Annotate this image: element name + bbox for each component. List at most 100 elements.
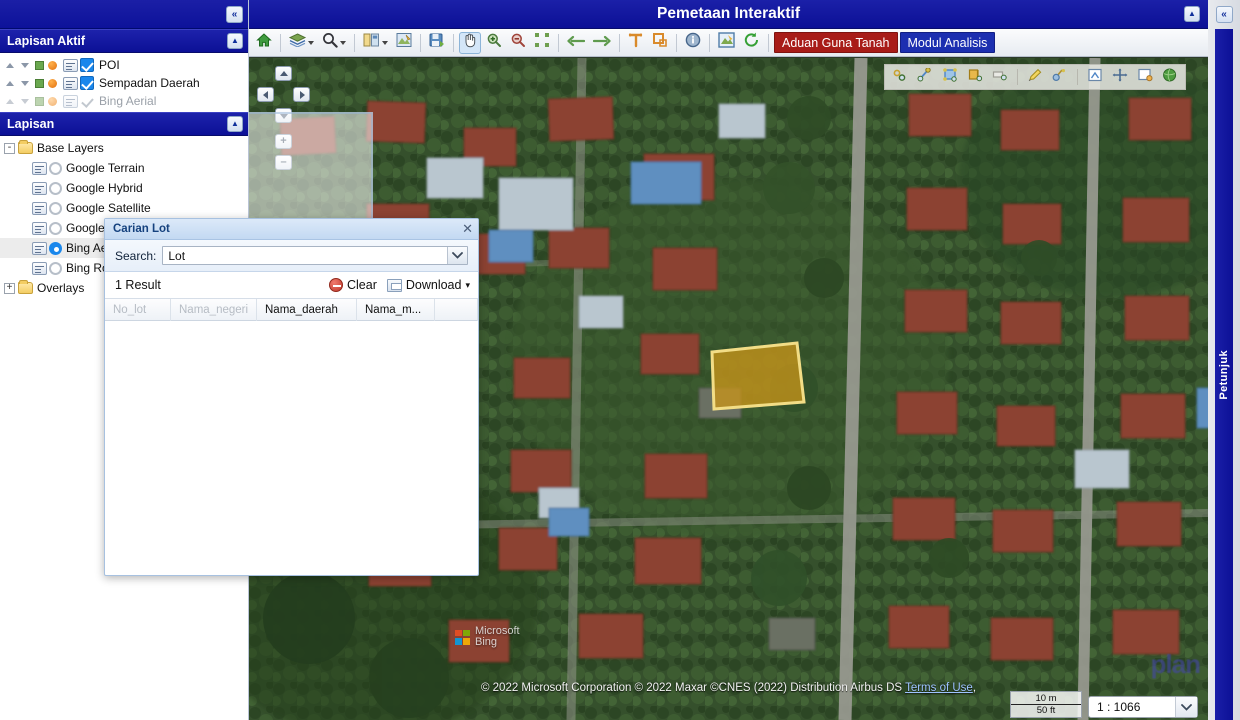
tree-item-google-terrain[interactable]: Google Terrain — [0, 158, 248, 178]
layer-settings-icon[interactable] — [32, 161, 47, 175]
title-bar-collapse-button[interactable]: ▲ — [1184, 6, 1200, 22]
aduan-guna-tanah-tag[interactable]: Aduan Guna Tanah — [774, 32, 898, 53]
base-layer-radio[interactable] — [49, 201, 62, 215]
move-down-icon[interactable] — [19, 95, 32, 108]
layers-collapse-button[interactable]: ▲ — [227, 116, 243, 132]
tree-item-google-satellite[interactable]: Google Satellite — [0, 198, 248, 218]
pan-down-button[interactable] — [275, 108, 292, 123]
base-layer-radio[interactable] — [49, 241, 62, 255]
active-layers-collapse-button[interactable]: ▲ — [227, 33, 243, 49]
tree-item-google-hybrid[interactable]: Google Hybrid — [0, 178, 248, 198]
zoom-in-button[interactable]: + — [275, 134, 292, 149]
erase-feature-button[interactable] — [1049, 67, 1071, 87]
query-button[interactable] — [715, 32, 738, 54]
refresh-button[interactable] — [740, 32, 763, 54]
layer-visibility-checkbox[interactable] — [80, 76, 94, 90]
move-feature-button[interactable] — [1109, 67, 1131, 87]
layer-settings-icon[interactable] — [32, 201, 47, 215]
draw-rectangle-button[interactable] — [964, 67, 986, 87]
tree-folder-base-layers[interactable]: - Base Layers — [0, 138, 248, 158]
pan-tool-button[interactable] — [459, 31, 481, 54]
carian-lot-dialog[interactable]: Carian Lot ✕ Search: 1 Result Clear — [104, 218, 479, 576]
zoom-extent-button[interactable] — [531, 32, 553, 54]
layer-settings-icon[interactable] — [63, 58, 78, 72]
home-button[interactable] — [253, 32, 275, 54]
edit-vertex-button[interactable] — [1024, 67, 1046, 87]
pan-right-button[interactable] — [293, 87, 310, 102]
column-header-no-lot[interactable]: No_lot — [105, 298, 171, 321]
search-input[interactable] — [162, 246, 468, 265]
base-layer-radio[interactable] — [49, 261, 62, 275]
clear-button[interactable]: Clear — [329, 278, 377, 292]
collapse-right-panel-button[interactable]: « — [1215, 6, 1233, 23]
zoom-to-layer-icon[interactable] — [35, 96, 44, 106]
base-layer-radio[interactable] — [49, 181, 62, 195]
chevron-down-icon[interactable] — [340, 40, 346, 45]
layer-visibility-checkbox[interactable] — [80, 58, 94, 72]
column-header-nama-negeri[interactable]: Nama_negeri — [171, 298, 257, 321]
pan-up-button[interactable] — [275, 66, 292, 81]
measure-area-button[interactable] — [649, 32, 671, 54]
draw-polygon-button[interactable] — [939, 67, 961, 87]
base-layer-radio[interactable] — [49, 221, 62, 235]
map-scale-ratio-select[interactable]: 1 : 1066 — [1088, 696, 1198, 718]
active-layer-row[interactable]: Bing Aerial — [0, 92, 248, 110]
identify-button[interactable] — [682, 32, 704, 54]
download-button[interactable]: Download ▾ — [386, 278, 470, 292]
results-table-body[interactable] — [105, 321, 478, 569]
move-up-icon[interactable] — [4, 95, 17, 108]
zoom-out-button[interactable] — [507, 32, 529, 54]
zoom-in-button[interactable] — [483, 32, 505, 54]
base-layer-radio[interactable] — [49, 161, 62, 175]
layer-settings-icon[interactable] — [32, 181, 47, 195]
draw-box-button[interactable] — [989, 67, 1011, 87]
column-header-nama-daerah[interactable]: Nama_daerah — [257, 298, 357, 321]
caret-down-icon[interactable]: ▾ — [465, 280, 470, 291]
save-button[interactable] — [426, 32, 448, 54]
chevron-down-icon[interactable] — [1175, 697, 1197, 717]
snap-to-feature-button[interactable] — [1084, 67, 1106, 87]
chevron-down-icon[interactable] — [308, 40, 314, 45]
search-button[interactable] — [319, 32, 349, 54]
remove-layer-icon[interactable] — [48, 60, 57, 70]
collapse-left-panel-button[interactable]: « — [226, 5, 243, 23]
chevron-down-icon[interactable] — [382, 40, 388, 45]
column-header-nama-m[interactable]: Nama_m... — [357, 298, 435, 321]
move-up-icon[interactable] — [4, 59, 17, 72]
draw-line-button[interactable] — [914, 66, 936, 87]
layer-settings-icon[interactable] — [63, 94, 78, 108]
zoom-to-layer-icon[interactable] — [35, 60, 44, 70]
globe-view-button[interactable] — [1159, 67, 1181, 87]
selected-lot-polygon[interactable] — [709, 340, 809, 412]
layer-settings-icon[interactable] — [32, 221, 47, 235]
measure-line-button[interactable] — [625, 32, 647, 54]
expander-icon[interactable]: - — [4, 142, 15, 154]
move-up-icon[interactable] — [4, 77, 17, 90]
draw-point-button[interactable] — [889, 67, 911, 87]
layer-settings-icon[interactable] — [32, 261, 47, 275]
previous-view-button[interactable] — [564, 32, 588, 54]
layer-visibility-checkbox[interactable] — [80, 94, 94, 108]
pan-left-button[interactable] — [257, 87, 274, 102]
active-layer-row[interactable]: POI — [0, 56, 248, 74]
move-down-icon[interactable] — [19, 59, 32, 72]
zoom-out-button[interactable]: – — [275, 155, 292, 170]
delete-feature-button[interactable] — [1134, 67, 1156, 87]
print-map-button[interactable] — [393, 32, 415, 54]
carian-lot-title-bar[interactable]: Carian Lot ✕ — [105, 219, 478, 240]
layer-settings-icon[interactable] — [32, 241, 47, 255]
next-view-button[interactable] — [590, 32, 614, 54]
petunjuk-tab[interactable]: Petunjuk — [1215, 29, 1233, 720]
modul-analisis-tag[interactable]: Modul Analisis — [899, 32, 996, 53]
terms-of-use-link[interactable]: Terms of Use — [905, 682, 973, 694]
remove-layer-icon[interactable] — [48, 78, 57, 88]
remove-layer-icon[interactable] — [48, 96, 57, 106]
chevron-down-icon[interactable] — [447, 247, 467, 264]
layer-settings-icon[interactable] — [63, 76, 78, 90]
close-icon[interactable]: ✕ — [462, 222, 473, 235]
active-layer-row[interactable]: Sempadan Daerah — [0, 74, 248, 92]
zoom-to-layer-icon[interactable] — [35, 78, 44, 88]
layers-button[interactable] — [286, 32, 317, 54]
expander-icon[interactable]: + — [4, 282, 15, 294]
legend-button[interactable] — [360, 32, 391, 54]
